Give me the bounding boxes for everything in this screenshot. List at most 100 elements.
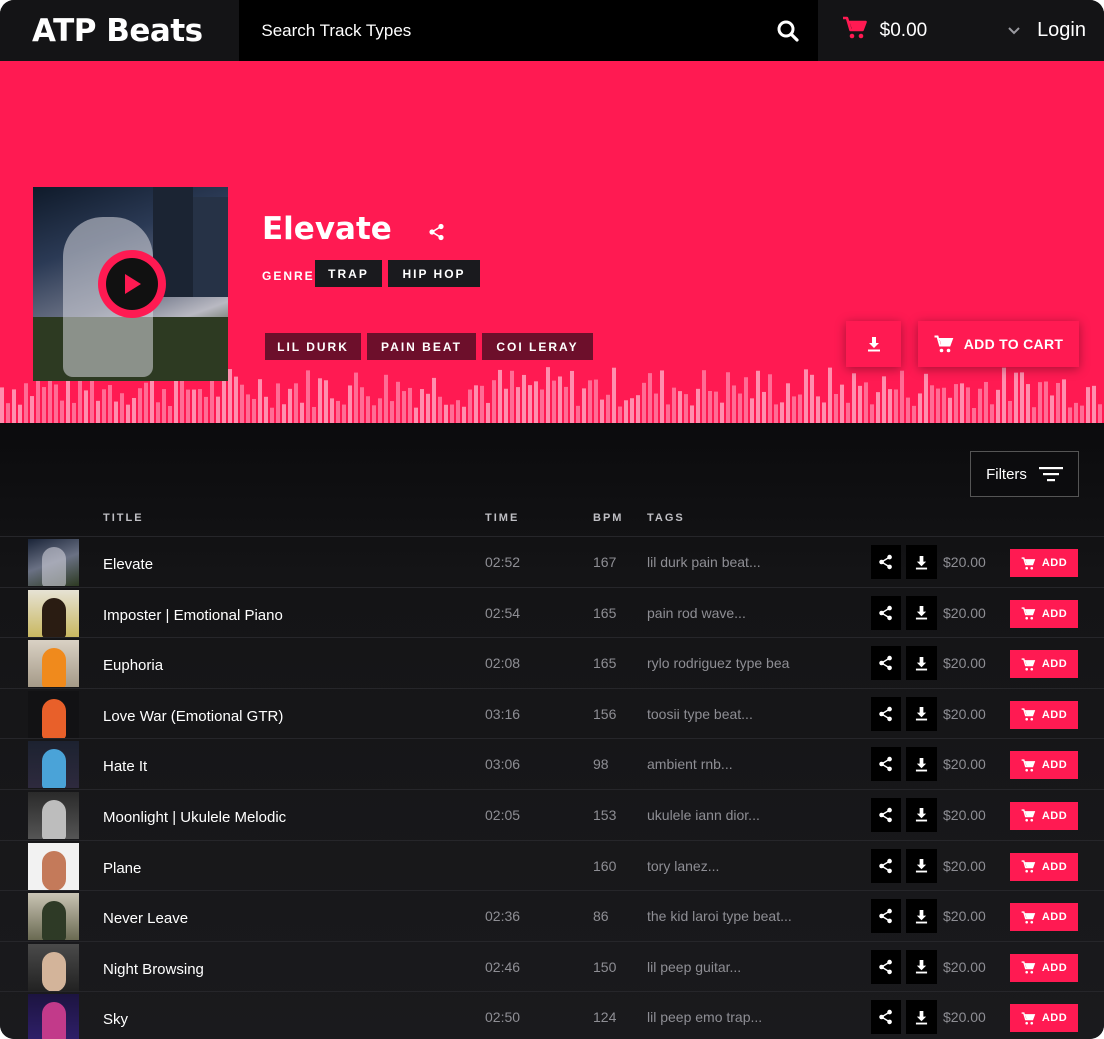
download-icon[interactable] [906, 545, 937, 579]
cart-icon [1021, 607, 1036, 620]
download-icon [867, 337, 880, 352]
track-tags[interactable]: lil durk pain beat... [647, 554, 761, 570]
track-price: $20.00 [943, 655, 986, 672]
share-icon[interactable] [871, 949, 901, 984]
track-time: 02:50 [485, 1009, 521, 1026]
track-title[interactable]: Moonlight | Ukulele Melodic [103, 809, 286, 826]
share-icon[interactable] [871, 1000, 901, 1035]
search-bar [239, 0, 818, 61]
add-button[interactable]: ADD [1010, 953, 1078, 982]
login-link[interactable]: Login [1037, 0, 1104, 61]
add-button[interactable]: ADD [1010, 801, 1078, 830]
track-title[interactable]: Euphoria [103, 657, 163, 674]
download-icon[interactable] [906, 1000, 937, 1035]
track-row[interactable]: Plane 160 tory lanez... $20.00 ADD [0, 839, 1104, 891]
tag-lil-durk[interactable]: LIL DURK [265, 333, 361, 360]
track-tags[interactable]: toosii type beat... [647, 706, 753, 722]
genre-tag-hip-hop[interactable]: HIP HOP [388, 260, 480, 287]
add-label: ADD [1041, 961, 1068, 974]
add-button[interactable]: ADD [1010, 650, 1078, 679]
track-title[interactable]: Hate It [103, 758, 147, 775]
download-icon[interactable] [906, 646, 937, 681]
site-logo[interactable]: ATP Beats [0, 0, 239, 61]
genre-tag-trap[interactable]: TRAP [315, 260, 382, 287]
add-button[interactable]: ADD [1010, 903, 1078, 932]
track-tags[interactable]: ukulele iann dior... [647, 807, 760, 823]
track-tags[interactable]: the kid laroi type beat... [647, 908, 792, 924]
track-thumbnail [28, 893, 79, 941]
download-icon[interactable] [906, 797, 937, 832]
add-button[interactable]: ADD [1010, 700, 1078, 729]
track-thumbnail [28, 589, 79, 637]
track-bpm: 124 [593, 1009, 617, 1026]
share-icon[interactable] [871, 797, 901, 832]
track-title[interactable]: Night Browsing [103, 961, 204, 978]
track-row[interactable]: Hate It 03:06 98 ambient rnb... $20.00 A… [0, 738, 1104, 789]
cart-icon [1021, 658, 1036, 671]
cart-button[interactable]: $0.00 [818, 0, 992, 61]
track-thumbnail [28, 994, 79, 1039]
play-icon [125, 274, 141, 294]
download-button[interactable] [846, 321, 901, 367]
tag-coi-leray[interactable]: COI LERAY [482, 333, 593, 360]
download-icon[interactable] [906, 949, 937, 984]
track-title[interactable]: Elevate [103, 556, 153, 573]
add-button[interactable]: ADD [1010, 549, 1078, 577]
track-tags[interactable]: ambient rnb... [647, 756, 733, 772]
share-icon[interactable] [871, 747, 901, 782]
track-tags[interactable]: lil peep emo trap... [647, 1009, 762, 1025]
track-row[interactable]: Moonlight | Ukulele Melodic 02:05 153 uk… [0, 788, 1104, 840]
track-time: 02:05 [485, 806, 521, 823]
cart-icon [1021, 961, 1036, 974]
search-input[interactable] [261, 20, 742, 41]
cart-icon [842, 16, 868, 45]
share-icon[interactable] [871, 595, 901, 630]
track-tags[interactable]: tory lanez... [647, 858, 719, 874]
track-row[interactable]: Elevate 02:52 167 lil durk pain beat... … [0, 536, 1104, 587]
add-button[interactable]: ADD [1010, 599, 1078, 628]
tag-pain-beat[interactable]: PAIN BEAT [367, 333, 476, 360]
add-button[interactable]: ADD [1010, 751, 1078, 780]
chevron-down-icon[interactable] [991, 0, 1037, 61]
add-button[interactable]: ADD [1010, 852, 1078, 881]
track-row[interactable]: Never Leave 02:36 86 the kid laroi type … [0, 890, 1104, 941]
track-time: 02:54 [485, 604, 521, 621]
download-icon[interactable] [906, 899, 937, 934]
share-icon[interactable] [871, 696, 901, 731]
track-row[interactable]: Euphoria 02:08 165 rylo rodriguez type b… [0, 637, 1104, 688]
track-title[interactable]: Love War (Emotional GTR) [103, 708, 283, 725]
add-label: ADD [1041, 607, 1068, 620]
column-header-title: TITLE [103, 512, 144, 524]
track-tags[interactable]: pain rod wave... [647, 605, 746, 621]
download-icon[interactable] [906, 595, 937, 630]
track-row[interactable]: Love War (Emotional GTR) 03:16 156 toosi… [0, 687, 1104, 739]
track-tags[interactable]: lil peep guitar... [647, 959, 741, 975]
track-title[interactable]: Sky [103, 1011, 128, 1028]
track-row[interactable]: Sky 02:50 124 lil peep emo trap... $20.0… [0, 991, 1104, 1039]
add-to-cart-button[interactable]: ADD TO CART [918, 321, 1079, 367]
app-frame: ATP Beats $0.00 Login [0, 0, 1104, 1039]
track-tags[interactable]: rylo rodriguez type bea [647, 655, 789, 671]
track-title[interactable]: Never Leave [103, 910, 188, 927]
column-header-bpm: BPM [593, 512, 624, 524]
search-icon[interactable] [774, 17, 802, 45]
play-button[interactable] [98, 250, 166, 318]
track-row[interactable]: Night Browsing 02:46 150 lil peep guitar… [0, 940, 1104, 992]
track-price: $20.00 [943, 908, 986, 925]
share-icon[interactable] [871, 545, 901, 579]
filters-button[interactable]: Filters [970, 451, 1079, 497]
share-icon[interactable] [428, 223, 446, 246]
share-icon[interactable] [871, 899, 901, 934]
download-icon[interactable] [906, 747, 937, 782]
share-icon[interactable] [871, 646, 901, 681]
cart-icon [1021, 860, 1036, 873]
add-button[interactable]: ADD [1010, 1004, 1078, 1033]
track-row[interactable]: Imposter | Emotional Piano 02:54 165 pai… [0, 586, 1104, 638]
track-title[interactable]: Imposter | Emotional Piano [103, 607, 283, 624]
track-time: 02:52 [485, 554, 521, 570]
download-icon[interactable] [906, 848, 937, 883]
share-icon[interactable] [871, 848, 901, 883]
track-title[interactable]: Plane [103, 860, 141, 877]
download-icon[interactable] [906, 696, 937, 731]
add-label: ADD [1041, 809, 1068, 822]
